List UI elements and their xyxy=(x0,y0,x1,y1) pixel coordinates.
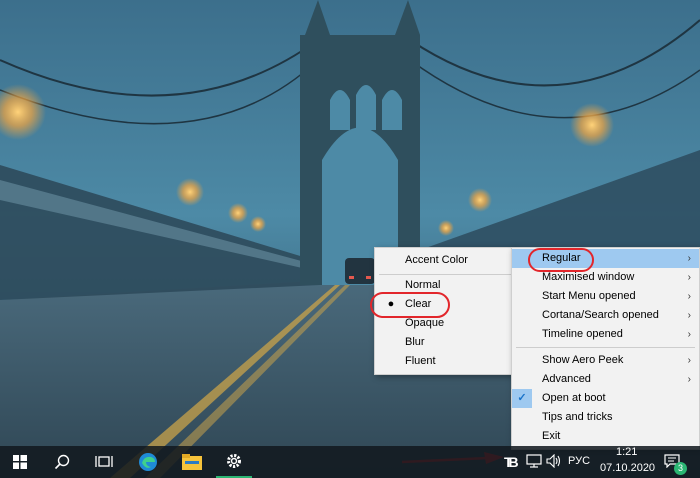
checkmark-icon: ✓ xyxy=(512,389,532,408)
menu-item-tips-and-tricks[interactable]: Tips and tricks xyxy=(512,408,699,427)
tips-and-tricks-label: Tips and tricks xyxy=(542,411,613,423)
menu-item-maximised-window[interactable]: Maximised window › xyxy=(512,268,699,287)
menu-item-normal[interactable]: Normal xyxy=(375,276,515,295)
cortana-search-opened-label: Cortana/Search opened xyxy=(542,309,659,321)
fluent-label: Fluent xyxy=(405,355,436,367)
menu-item-fluent[interactable]: Fluent xyxy=(375,352,515,371)
chevron-right-icon: › xyxy=(687,272,691,283)
menu-header-accent-color: Accent Color xyxy=(375,251,515,270)
maximised-window-label: Maximised window xyxy=(542,271,635,283)
clear-label: Clear xyxy=(405,298,432,310)
settings-taskbar-button[interactable] xyxy=(216,446,252,478)
menu-item-timeline-opened[interactable]: Timeline opened › xyxy=(512,325,699,344)
accent-submenu: Accent Color Normal ● Clear Opaque Blur … xyxy=(374,247,516,375)
chevron-right-icon: › xyxy=(687,374,691,385)
radio-bullet-icon: ● xyxy=(387,298,395,310)
edge-taskbar-button[interactable] xyxy=(130,446,166,478)
file-explorer-icon xyxy=(182,454,202,470)
network-tray-button[interactable] xyxy=(526,454,542,471)
edge-icon xyxy=(139,453,157,471)
menu-item-cortana-search-opened[interactable]: Cortana/Search opened › xyxy=(512,306,699,325)
volume-icon xyxy=(546,453,561,469)
advanced-label: Advanced xyxy=(542,373,591,385)
blur-label: Blur xyxy=(405,336,425,348)
menu-separator xyxy=(516,347,695,348)
menu-item-start-menu-opened[interactable]: Start Menu opened › xyxy=(512,287,699,306)
start-menu-opened-label: Start Menu opened xyxy=(542,290,636,302)
timeline-opened-label: Timeline opened xyxy=(542,328,623,340)
menu-item-open-at-boot[interactable]: ✓ Open at boot xyxy=(512,389,699,408)
clock-time[interactable]: 1:21 xyxy=(616,446,637,458)
normal-label: Normal xyxy=(405,279,441,291)
input-language-indicator[interactable]: РУС xyxy=(568,455,590,467)
accent-color-label: Accent Color xyxy=(405,254,468,266)
task-view-button[interactable] xyxy=(86,446,122,478)
translucenttb-context-menu: Regular › Maximised window › Start Menu … xyxy=(511,247,700,450)
taskbar: TB РУС 1:21 07.10.2020 3 xyxy=(0,446,700,478)
chevron-right-icon: › xyxy=(687,291,691,302)
task-view-icon xyxy=(95,456,113,467)
search-button[interactable] xyxy=(44,446,80,478)
opaque-label: Opaque xyxy=(405,317,445,329)
translucenttb-tray-icon[interactable]: TB xyxy=(504,453,522,471)
volume-tray-button[interactable] xyxy=(546,453,562,471)
menu-item-blur[interactable]: Blur xyxy=(375,333,515,352)
chevron-right-icon: › xyxy=(687,253,691,264)
file-explorer-taskbar-button[interactable] xyxy=(174,446,210,478)
network-icon xyxy=(526,454,542,468)
exit-label: Exit xyxy=(542,430,561,442)
show-aero-peek-label: Show Aero Peek xyxy=(542,354,624,366)
start-button[interactable] xyxy=(2,446,38,478)
translucenttb-glyph: TB xyxy=(504,454,519,470)
chevron-right-icon: › xyxy=(687,310,691,321)
menu-item-clear[interactable]: ● Clear xyxy=(375,295,515,314)
action-center-button[interactable]: 3 xyxy=(662,452,687,475)
notification-count-badge: 3 xyxy=(674,462,687,475)
menu-item-regular[interactable]: Regular › xyxy=(512,249,699,268)
menu-item-exit[interactable]: Exit xyxy=(512,427,699,446)
regular-label: Regular xyxy=(542,252,581,264)
open-at-boot-label: Open at boot xyxy=(542,392,606,404)
gear-icon xyxy=(227,454,241,468)
windows-logo-icon xyxy=(13,455,27,469)
search-icon xyxy=(54,454,70,470)
menu-item-opaque[interactable]: Opaque xyxy=(375,314,515,333)
menu-separator xyxy=(379,274,511,275)
clock-date[interactable]: 07.10.2020 xyxy=(600,462,655,474)
chevron-right-icon: › xyxy=(687,355,691,366)
menu-item-show-aero-peek[interactable]: Show Aero Peek › xyxy=(512,351,699,370)
chevron-right-icon: › xyxy=(687,329,691,340)
menu-item-advanced[interactable]: Advanced › xyxy=(512,370,699,389)
